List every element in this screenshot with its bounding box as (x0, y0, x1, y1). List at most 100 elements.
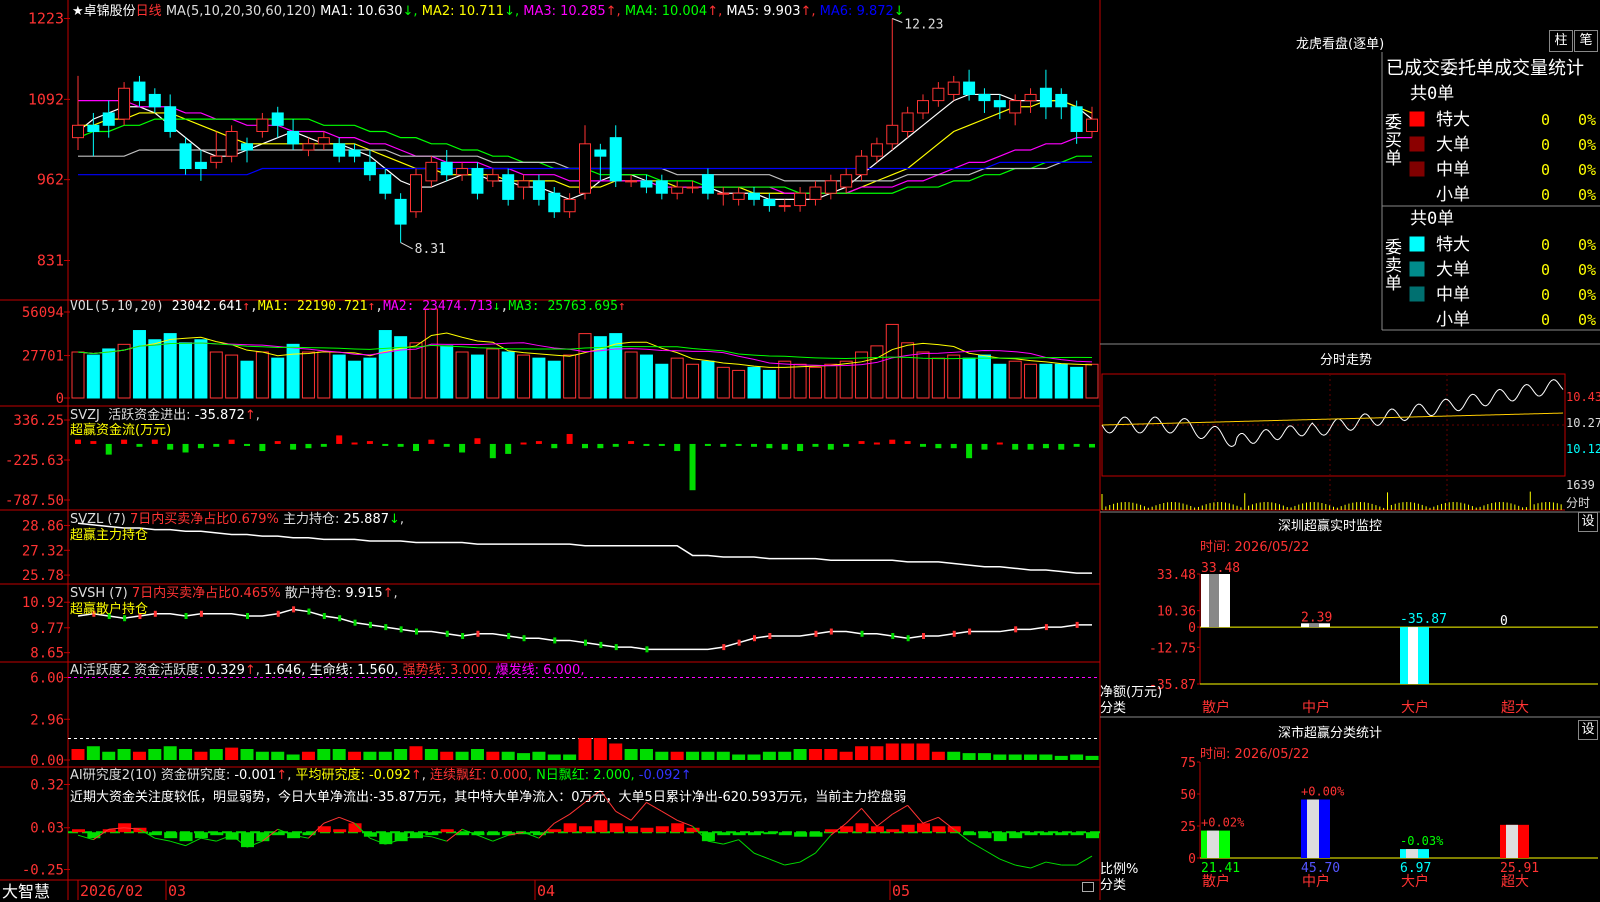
svsh-label1: 7日内买卖净占比0.465% (131, 586, 281, 601)
ai-active-bar (86, 746, 100, 760)
ai-research-bar (1055, 832, 1069, 836)
ai-research-bar (763, 832, 777, 835)
ai-research-line (907, 805, 924, 824)
ai-active-bar (378, 751, 392, 760)
svzj-bar (75, 439, 81, 444)
sell-row-percent: 0% (1578, 236, 1596, 254)
svsh-change-mark (353, 619, 357, 626)
svzj-bar (904, 441, 911, 444)
sell-side-char: 单 (1385, 274, 1402, 294)
candle-body (717, 192, 730, 195)
sell-row-value: 0 (1541, 261, 1550, 279)
candle-body (701, 174, 714, 194)
ai-active-bar (578, 738, 592, 760)
ai-research-bar (1009, 832, 1023, 839)
ai-research-line (984, 849, 1001, 860)
ai-active-bar (670, 751, 684, 760)
svzj-bar (121, 439, 128, 444)
ai-active-bar (240, 749, 254, 760)
svzj-bar (105, 443, 112, 455)
svsh-change-mark (891, 633, 895, 639)
candle-body (548, 192, 561, 213)
svsh-change-mark (507, 633, 511, 639)
ai-research-bar (1086, 832, 1099, 839)
ai-research-line (707, 840, 724, 845)
ai-research-bar (1039, 832, 1053, 836)
bar-mode-button[interactable]: 柱 (1549, 30, 1573, 52)
ai-research-bar (594, 820, 608, 833)
x-tick-label: 05 (892, 882, 910, 900)
candle-body (778, 205, 791, 208)
ai-active-bar (209, 749, 223, 760)
svsh-change-mark (968, 628, 972, 635)
sell-color-swatch (1409, 311, 1425, 327)
candle-body (671, 186, 684, 194)
intraday-price-line (1101, 379, 1564, 447)
ai-research-line (661, 810, 678, 821)
ai-research-line (477, 834, 493, 842)
ai-research-line (845, 807, 862, 824)
intraday-vol-unit: 分时 (1566, 496, 1591, 510)
svsh-change-mark (829, 628, 833, 635)
volume-bar (255, 351, 269, 399)
candle-body (256, 118, 269, 132)
svsh-change-mark (553, 637, 557, 644)
ai-research-line (769, 858, 785, 866)
volume-bar (655, 363, 669, 399)
ai-active-bar (593, 738, 607, 760)
volume-bar (102, 348, 116, 399)
candle-body (456, 168, 469, 176)
ai-research-value: -0.001 (234, 768, 277, 783)
ai-active-bar (117, 749, 131, 760)
lock-icon[interactable] (1082, 882, 1094, 892)
svzj-bar (443, 443, 450, 447)
sell-row-label: 大单 (1436, 260, 1470, 280)
intraday-price-mid: 10.27 (1566, 416, 1600, 430)
ai-research-bar (640, 827, 654, 833)
candle-body (118, 87, 131, 120)
stats-value-label: 21.41 (1201, 861, 1240, 876)
svsh-change-mark (522, 635, 526, 642)
candle-body (1039, 87, 1052, 108)
volume-bar (855, 351, 869, 399)
period-label[interactable]: 日线 (136, 4, 162, 19)
candle-body (194, 161, 207, 170)
svzj-bar (520, 442, 527, 445)
stats-value-label: 45.70 (1301, 861, 1340, 876)
svzj-bar (213, 443, 220, 447)
candle-body (302, 143, 315, 151)
ai-research-tick-label: -0.25 (22, 863, 64, 879)
buy-row-percent: 0% (1578, 136, 1596, 154)
ma-label: MA(5,10,20,30,60,120) (165, 4, 316, 19)
monitor-value-label: 33.48 (1201, 561, 1240, 576)
candle-body (563, 198, 576, 213)
tick-mode-button[interactable]: 笔 (1574, 30, 1598, 52)
monitor-time: 时间: 2026/05/22 (1200, 540, 1310, 555)
svzj-bar (535, 441, 542, 444)
candle-body (410, 174, 422, 213)
ai-active-life: 生命线: 1.560, (309, 663, 399, 678)
volume-bar (885, 323, 899, 399)
high-marker (892, 18, 903, 23)
volume-bar (547, 360, 561, 399)
svsh-change-mark (415, 628, 418, 635)
svsh-change-mark (476, 630, 480, 637)
ai-active-bar (409, 746, 423, 760)
ai-active-label: 资金活跃度: (134, 663, 204, 678)
stats-change-label: +0.00% (1301, 785, 1345, 799)
volume-bar (916, 351, 930, 399)
buy-color-swatch (1409, 111, 1425, 127)
monitor-tick-label: 33.48 (1157, 568, 1196, 583)
svsh-change-mark (737, 639, 741, 646)
monitor-settings-button[interactable]: 设 (1578, 512, 1598, 532)
candle-body (502, 174, 515, 200)
sell-row-label: 中单 (1436, 285, 1470, 305)
svzl-tick-label: 28.86 (22, 518, 64, 534)
ai-research-line (554, 813, 570, 824)
ai-research-line (723, 839, 739, 845)
svzj-bar (305, 443, 312, 449)
stats-settings-button[interactable]: 设 (1578, 720, 1598, 740)
stats-tick-label: 75 (1180, 756, 1196, 771)
candle-body (317, 137, 330, 145)
buy-total: 共0单 (1410, 84, 1454, 104)
